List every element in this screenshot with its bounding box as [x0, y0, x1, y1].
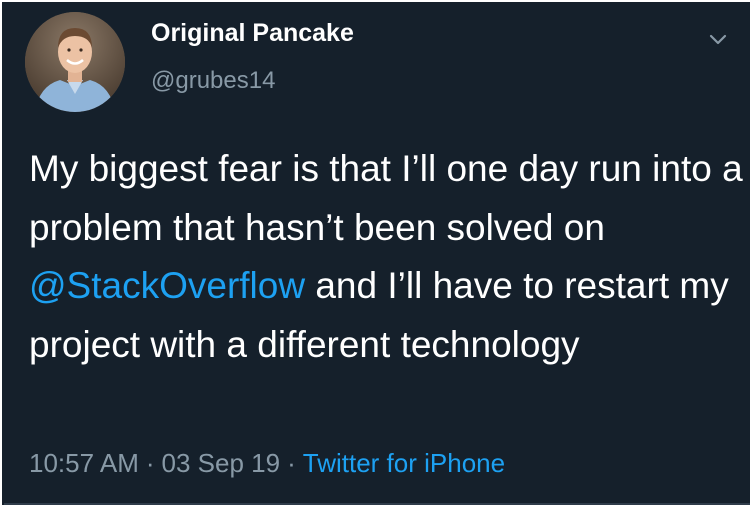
- tweet-meta: 10:57 AM · 03 Sep 19 · Twitter for iPhone: [29, 448, 505, 478]
- tweet-source-link[interactable]: Twitter for iPhone: [303, 448, 505, 478]
- divider: [4, 503, 750, 505]
- author-handle[interactable]: @grubes14: [151, 67, 275, 95]
- author-display-name[interactable]: Original Pancake: [151, 18, 354, 48]
- chevron-down-icon[interactable]: [706, 30, 730, 50]
- tweet-text: My biggest fear is that I’ll one day run…: [29, 140, 744, 374]
- meta-separator: ·: [145, 448, 155, 478]
- mention-link[interactable]: @StackOverflow: [29, 265, 305, 306]
- avatar[interactable]: [25, 12, 125, 112]
- profile-photo: [25, 12, 125, 112]
- tweet-time: 10:57 AM: [29, 448, 139, 478]
- tweet-date: 03 Sep 19: [161, 448, 281, 478]
- tweet-text-before: My biggest fear is that I’ll one day run…: [29, 148, 743, 248]
- meta-separator: ·: [287, 448, 296, 478]
- tweet-card[interactable]: Original Pancake @grubes14 My biggest fe…: [2, 2, 750, 505]
